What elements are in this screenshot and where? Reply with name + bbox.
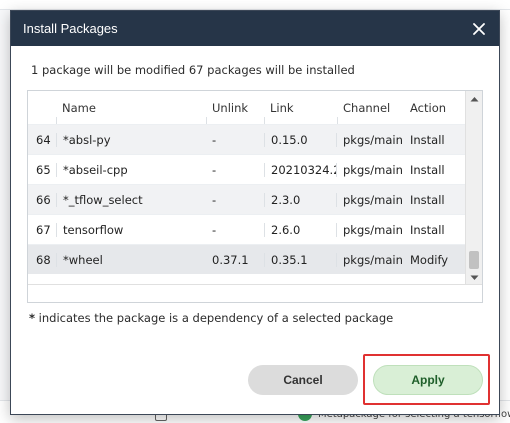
packages-table[interactable]: Name Unlink Link Channel Action 64 *absl… [27,90,483,303]
row-action: Modify [410,252,449,267]
dependency-note: * indicates the package is a dependency … [29,311,393,325]
table-row[interactable]: 64 *absl-py - 0.15.0 pkgs/main Install [28,124,466,154]
row-link: 20210324.2 [264,162,337,177]
header-name[interactable]: Name [56,101,206,115]
row-index: 65 [36,162,51,177]
scrollbar-thumb[interactable] [469,251,479,269]
vertical-scrollbar[interactable] [465,91,482,286]
row-link: 0.35.1 [264,252,337,267]
table-body: 64 *absl-py - 0.15.0 pkgs/main Install 6… [28,124,466,274]
header-action[interactable]: Action [404,101,466,115]
header-unlink[interactable]: Unlink [206,101,264,115]
install-packages-dialog: Install Packages 1 package will be modif… [10,10,500,415]
row-name: *absl-py [56,132,206,147]
row-action: Install [410,192,445,207]
row-channel: pkgs/main [343,192,403,207]
row-link: 2.6.0 [264,222,337,237]
row-link: 2.3.0 [264,192,337,207]
table-row[interactable]: 68 *wheel 0.37.1 0.35.1 pkgs/main Modify [28,244,466,274]
row-action: Install [410,132,445,147]
row-link: 0.15.0 [264,132,337,147]
row-index: 67 [36,222,51,237]
row-name: *abseil-cpp [56,162,206,177]
dialog-title: Install Packages [23,21,118,36]
row-action: Install [410,222,445,237]
row-index: 68 [36,252,51,267]
row-action: Install [410,162,445,177]
row-channel: pkgs/main [343,132,403,147]
dialog-titlebar: Install Packages [11,11,499,46]
row-name: tensorflow [56,222,206,237]
close-icon[interactable] [469,19,489,39]
table-row[interactable]: 66 *_tflow_select - 2.3.0 pkgs/main Inst… [28,184,466,214]
row-unlink: - [212,192,217,207]
row-index: 66 [36,192,51,207]
header-channel[interactable]: Channel [337,101,404,115]
horizontal-scrollbar[interactable] [28,284,482,302]
row-channel: pkgs/main [343,222,403,237]
cancel-button[interactable]: Cancel [248,365,358,395]
row-name: *_tflow_select [56,192,206,207]
scroll-up-icon[interactable] [466,91,482,107]
row-unlink: - [212,132,217,147]
row-unlink: - [212,222,217,237]
row-channel: pkgs/main [343,162,403,177]
row-unlink: 0.37.1 [212,252,249,267]
header-link[interactable]: Link [264,101,337,115]
background-topbar [0,0,510,10]
install-summary: 1 package will be modified 67 packages w… [31,63,355,77]
note-text: indicates the package is a dependency of… [35,311,394,325]
row-unlink: - [212,162,217,177]
table-row[interactable]: 67 tensorflow - 2.6.0 pkgs/main Install [28,214,466,244]
apply-button[interactable]: Apply [373,365,483,395]
row-name: *wheel [56,252,206,267]
row-index: 64 [36,132,51,147]
table-row[interactable]: 65 *abseil-cpp - 20210324.2 pkgs/main In… [28,154,466,184]
row-channel: pkgs/main [343,252,403,267]
